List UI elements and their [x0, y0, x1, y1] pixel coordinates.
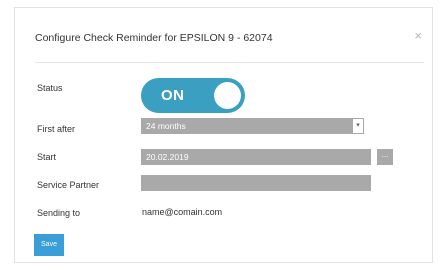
- first-after-select[interactable]: 24 months ▾: [141, 118, 364, 134]
- first-after-label: First after: [37, 124, 76, 134]
- configure-reminder-dialog: Configure Check Reminder for EPSILON 9 -…: [14, 7, 433, 263]
- status-toggle[interactable]: ON: [141, 78, 245, 113]
- dialog-title: Configure Check Reminder for EPSILON 9 -…: [35, 32, 273, 44]
- chevron-down-icon: ▾: [353, 119, 363, 133]
- service-partner-label: Service Partner: [37, 180, 100, 190]
- toggle-knob: [214, 82, 241, 109]
- sending-to-label: Sending to: [37, 208, 81, 218]
- save-button[interactable]: Save: [34, 234, 64, 256]
- date-picker-button[interactable]: ...: [377, 149, 393, 165]
- sending-to-value: name@comain.com: [142, 207, 223, 217]
- start-date-value: 20.02.2019: [146, 152, 189, 162]
- start-date-field[interactable]: 20.02.2019: [141, 149, 371, 165]
- service-partner-field[interactable]: [141, 175, 371, 191]
- header-divider: [35, 62, 424, 63]
- dialog-header: Configure Check Reminder for EPSILON 9 -…: [15, 8, 432, 60]
- status-toggle-text: ON: [161, 87, 185, 104]
- first-after-value: 24 months: [146, 121, 186, 131]
- status-label: Status: [37, 83, 63, 93]
- start-label: Start: [37, 152, 57, 162]
- close-icon[interactable]: ×: [414, 29, 422, 43]
